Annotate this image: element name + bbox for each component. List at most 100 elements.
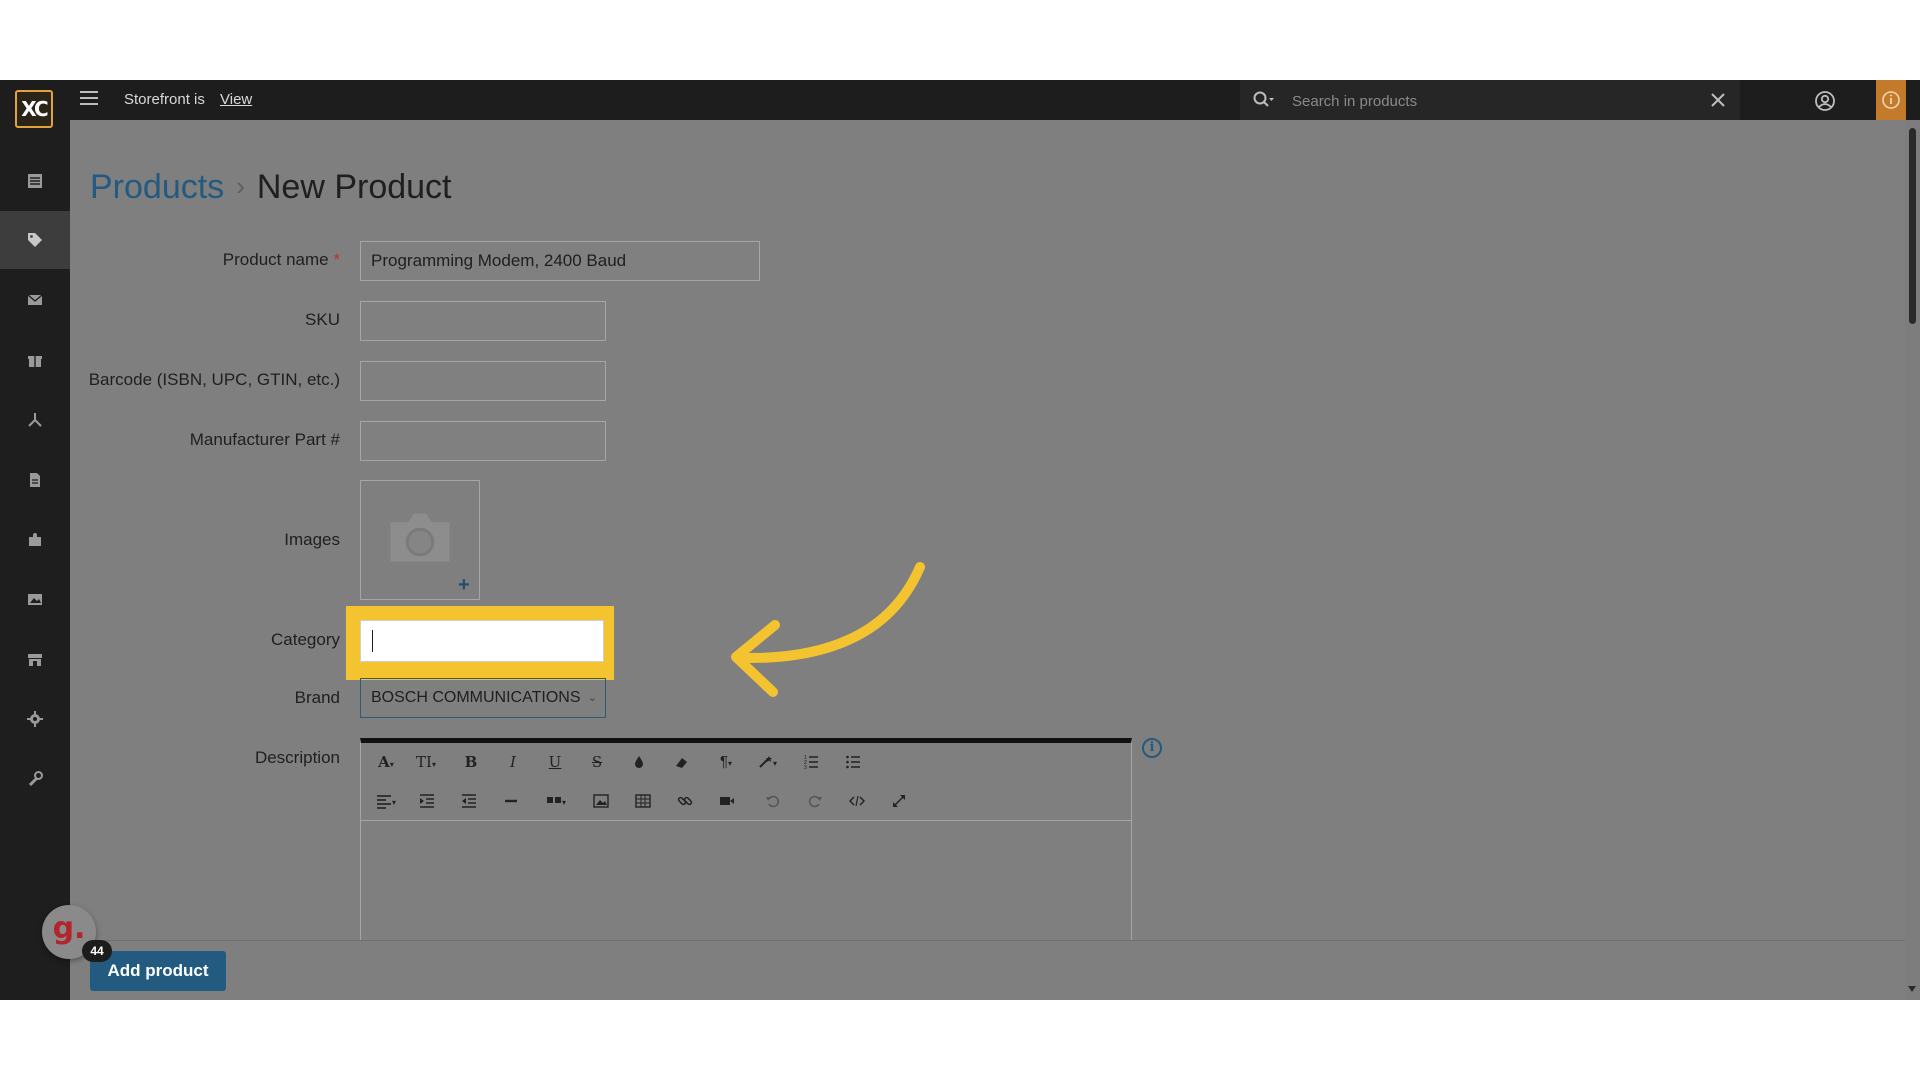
ordered-list-button[interactable]: 123 — [801, 751, 821, 773]
strikethrough-button[interactable]: S — [587, 751, 607, 773]
indent-icon — [420, 794, 434, 808]
brand-label: Brand — [294, 688, 340, 707]
image-upload-box[interactable]: + — [360, 480, 480, 600]
brand-selected-value: BOSCH COMMUNICATIONS — [371, 689, 581, 706]
gift-icon — [28, 356, 42, 367]
product-name-label: Product name * — [70, 250, 340, 270]
quote-button[interactable]: ▾ — [541, 790, 571, 812]
outdent-icon — [462, 794, 476, 808]
scroll-down-arrow-icon[interactable] — [1908, 986, 1916, 992]
barcode-field[interactable] — [360, 361, 606, 401]
sidebar-item-settings[interactable] — [0, 690, 70, 748]
font-family-button[interactable]: A▾ — [371, 751, 401, 773]
clear-format-button[interactable] — [671, 751, 691, 773]
paragraph-button[interactable]: ¶▾ — [713, 751, 739, 773]
scrollbar-thumb[interactable] — [1909, 128, 1916, 324]
info-icon — [1882, 91, 1900, 109]
pages-icon — [30, 473, 40, 487]
category-input[interactable] — [360, 620, 604, 662]
menu-toggle-icon[interactable] — [80, 91, 98, 107]
brand-select[interactable]: BOSCH COMMUNICATIONS ⌄ — [360, 678, 606, 718]
mpn-field[interactable] — [360, 421, 606, 461]
sitemap-icon — [28, 413, 42, 427]
code-view-button[interactable] — [847, 790, 867, 812]
indent-button[interactable] — [417, 790, 437, 812]
settings-gear-icon — [27, 711, 43, 727]
editor-toolbar-row-1: A▾ TI▾ B I U S ¶▾ ▾ 123 — [361, 743, 1131, 781]
search-input[interactable] — [1290, 88, 1674, 114]
redo-icon — [808, 795, 822, 808]
ordered-list-icon: 123 — [804, 755, 818, 771]
sidebar-item-content[interactable] — [0, 451, 70, 509]
align-button[interactable]: ▾ — [371, 790, 401, 812]
sidebar-item-catalog[interactable] — [0, 391, 70, 449]
main-content: Products › New Product Product name * Prog… — [70, 120, 1905, 1000]
add-image-icon[interactable]: + — [458, 575, 470, 595]
product-name-label-text: Product name — [222, 250, 329, 269]
image-icon — [593, 794, 609, 808]
bold-button[interactable]: B — [461, 751, 481, 773]
mpn-label: Manufacturer Part # — [189, 430, 340, 449]
info-button[interactable] — [1876, 80, 1906, 120]
breadcrumb: Products › New Product — [90, 168, 452, 207]
description-label: Description — [254, 748, 340, 767]
insert-table-button[interactable] — [633, 790, 653, 812]
unordered-list-icon — [846, 755, 860, 769]
required-mark: * — [333, 250, 340, 269]
code-icon — [848, 795, 866, 807]
fullscreen-button[interactable] — [889, 790, 909, 812]
style-button[interactable]: ▾ — [753, 751, 781, 773]
user-account-icon[interactable] — [1814, 90, 1836, 112]
sidebar-item-addons[interactable] — [0, 510, 70, 568]
align-icon — [376, 795, 391, 809]
orders-icon — [28, 174, 42, 188]
sidebar-item-orders[interactable] — [0, 152, 70, 210]
sidebar-item-products[interactable] — [0, 211, 70, 269]
notification-count-badge: 44 — [82, 940, 112, 962]
close-icon[interactable] — [1708, 90, 1728, 110]
outdent-button[interactable] — [459, 790, 479, 812]
insert-image-button[interactable] — [591, 790, 611, 812]
fullscreen-icon — [893, 795, 905, 808]
storefront-view-link[interactable]: View — [220, 91, 252, 108]
editor-toolbar-row-2: ▾ ▾ — [361, 782, 1131, 821]
color-drop-icon — [635, 756, 643, 769]
info-icon[interactable]: i — [1142, 738, 1162, 758]
unordered-list-button[interactable] — [843, 751, 863, 773]
sku-field[interactable] — [360, 301, 606, 341]
text-cursor — [372, 630, 373, 652]
color-button[interactable] — [629, 751, 649, 773]
sidebar-item-promotions[interactable] — [0, 331, 70, 389]
breadcrumb-products-link[interactable]: Products — [90, 168, 224, 206]
italic-button[interactable]: I — [503, 751, 523, 773]
underline-button[interactable]: U — [545, 751, 565, 773]
video-icon — [720, 797, 734, 806]
search-icon[interactable] — [1252, 90, 1274, 110]
insert-link-button[interactable] — [675, 790, 695, 812]
chevron-down-icon: ⌄ — [587, 692, 597, 704]
addons-puzzle-icon — [29, 533, 41, 546]
top-bar: Storefront is View — [0, 80, 1920, 120]
storefront-status-text: Storefront is — [124, 91, 205, 108]
undo-button[interactable] — [763, 790, 783, 812]
svg-text:3: 3 — [804, 765, 807, 770]
table-icon — [635, 794, 651, 808]
redo-button[interactable] — [805, 790, 825, 812]
undo-icon — [766, 795, 780, 808]
sidebar-item-look-feel[interactable] — [0, 570, 70, 628]
font-size-button[interactable]: TI▾ — [411, 751, 441, 773]
sidebar-item-system-tools[interactable] — [0, 750, 70, 808]
store-icon — [28, 654, 42, 666]
horizontal-rule-button[interactable] — [501, 790, 521, 812]
insert-video-button[interactable] — [717, 790, 737, 812]
add-product-button[interactable]: Add product — [90, 951, 226, 991]
sku-label: SKU — [305, 310, 340, 329]
product-name-field[interactable]: Programming Modem, 2400 Baud — [360, 241, 760, 281]
vertical-scrollbar[interactable] — [1905, 120, 1920, 1000]
quote-icon — [546, 797, 561, 804]
sidebar-item-messages[interactable] — [0, 271, 70, 329]
eraser-icon — [676, 758, 687, 769]
sidebar-item-store[interactable] — [0, 630, 70, 688]
tools-wrench-icon — [28, 771, 43, 787]
logo[interactable]: XC — [15, 90, 53, 128]
